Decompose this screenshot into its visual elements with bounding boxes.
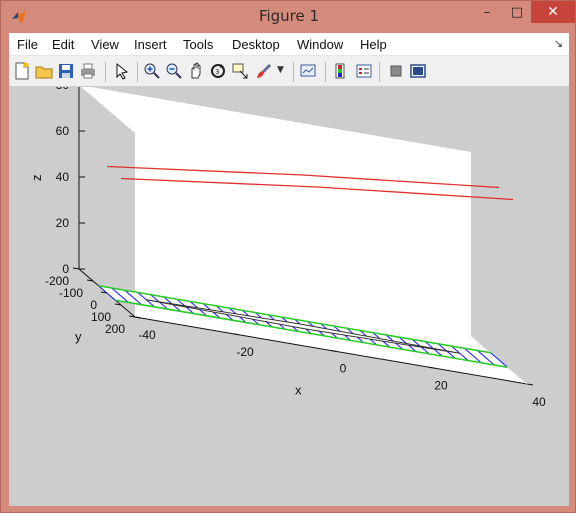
x-tick-label: -20 bbox=[236, 345, 254, 359]
menu-edit[interactable]: Edit bbox=[52, 37, 74, 52]
menu-window[interactable]: Window bbox=[297, 37, 343, 52]
menu-tools[interactable]: Tools bbox=[183, 37, 213, 52]
figure-toolbar: 3 ▼ bbox=[9, 56, 569, 87]
z-tick-label: 40 bbox=[56, 170, 70, 184]
z-axis-label: z bbox=[29, 175, 44, 182]
menu-desktop[interactable]: Desktop bbox=[232, 37, 280, 52]
zoom-out-icon[interactable] bbox=[165, 62, 183, 80]
brush-dropdown-arrow-icon[interactable]: ▼ bbox=[277, 65, 284, 75]
hide-plot-tools-icon[interactable] bbox=[387, 62, 405, 80]
svg-text:3: 3 bbox=[215, 68, 219, 76]
z-tick-label: 20 bbox=[56, 216, 70, 230]
rotate-3d-icon[interactable]: 3 bbox=[209, 62, 227, 80]
save-icon[interactable] bbox=[57, 62, 75, 80]
dock-arrow-icon[interactable]: ↘ bbox=[554, 37, 563, 50]
figure-window: Figure 1 – □ ✕ File Edit View Insert Too… bbox=[0, 0, 576, 513]
y-tick-label: -100 bbox=[59, 286, 83, 300]
toolbar-separator bbox=[105, 62, 106, 82]
y-tick-mark bbox=[72, 267, 80, 270]
x-tick-label: 40 bbox=[532, 395, 546, 409]
insert-legend-icon[interactable] bbox=[355, 62, 373, 80]
menu-insert[interactable]: Insert bbox=[134, 37, 167, 52]
menu-view[interactable]: View bbox=[91, 37, 119, 52]
y-tick-label: 200 bbox=[105, 322, 125, 336]
show-plot-tools-icon[interactable] bbox=[409, 62, 427, 80]
insert-colorbar-icon[interactable] bbox=[331, 62, 349, 80]
pan-icon[interactable] bbox=[187, 62, 205, 80]
toolbar-separator bbox=[379, 62, 380, 82]
zoom-in-icon[interactable] bbox=[143, 62, 161, 80]
title-bar[interactable]: Figure 1 – □ ✕ bbox=[1, 1, 576, 33]
toolbar-separator bbox=[325, 62, 326, 82]
menu-file[interactable]: File bbox=[17, 37, 38, 52]
new-figure-icon[interactable] bbox=[13, 62, 31, 80]
toolbar-separator bbox=[137, 62, 138, 82]
menu-bar: File Edit View Insert Tools Desktop Wind… bbox=[9, 33, 569, 56]
print-icon[interactable] bbox=[79, 62, 97, 80]
x-axis-label: x bbox=[295, 383, 302, 398]
x-tick-label: 0 bbox=[340, 362, 347, 376]
axes-3d[interactable]: -40-2002040-200-1000100200020406080xyz bbox=[9, 87, 569, 506]
menu-help[interactable]: Help bbox=[360, 37, 387, 52]
x-tick-label: 20 bbox=[434, 378, 448, 392]
link-plot-icon[interactable] bbox=[299, 62, 317, 80]
brush-icon[interactable] bbox=[255, 62, 273, 80]
z-tick-label: 0 bbox=[62, 262, 69, 276]
z-tick-label: 80 bbox=[56, 87, 70, 92]
data-cursor-icon[interactable] bbox=[231, 62, 249, 80]
x-tick-label: -40 bbox=[138, 328, 156, 342]
z-tick-label: 60 bbox=[56, 124, 70, 138]
edit-plot-icon[interactable] bbox=[113, 62, 131, 80]
x-tick-mark bbox=[526, 383, 534, 386]
open-file-icon[interactable] bbox=[35, 62, 53, 80]
y-axis-label: y bbox=[75, 329, 82, 344]
close-button[interactable]: ✕ bbox=[531, 1, 575, 23]
figure-canvas[interactable]: -40-2002040-200-1000100200020406080xyz bbox=[9, 87, 569, 506]
minimize-button[interactable]: – bbox=[473, 1, 501, 23]
maximize-button[interactable]: □ bbox=[503, 1, 531, 23]
toolbar-separator bbox=[293, 62, 294, 82]
